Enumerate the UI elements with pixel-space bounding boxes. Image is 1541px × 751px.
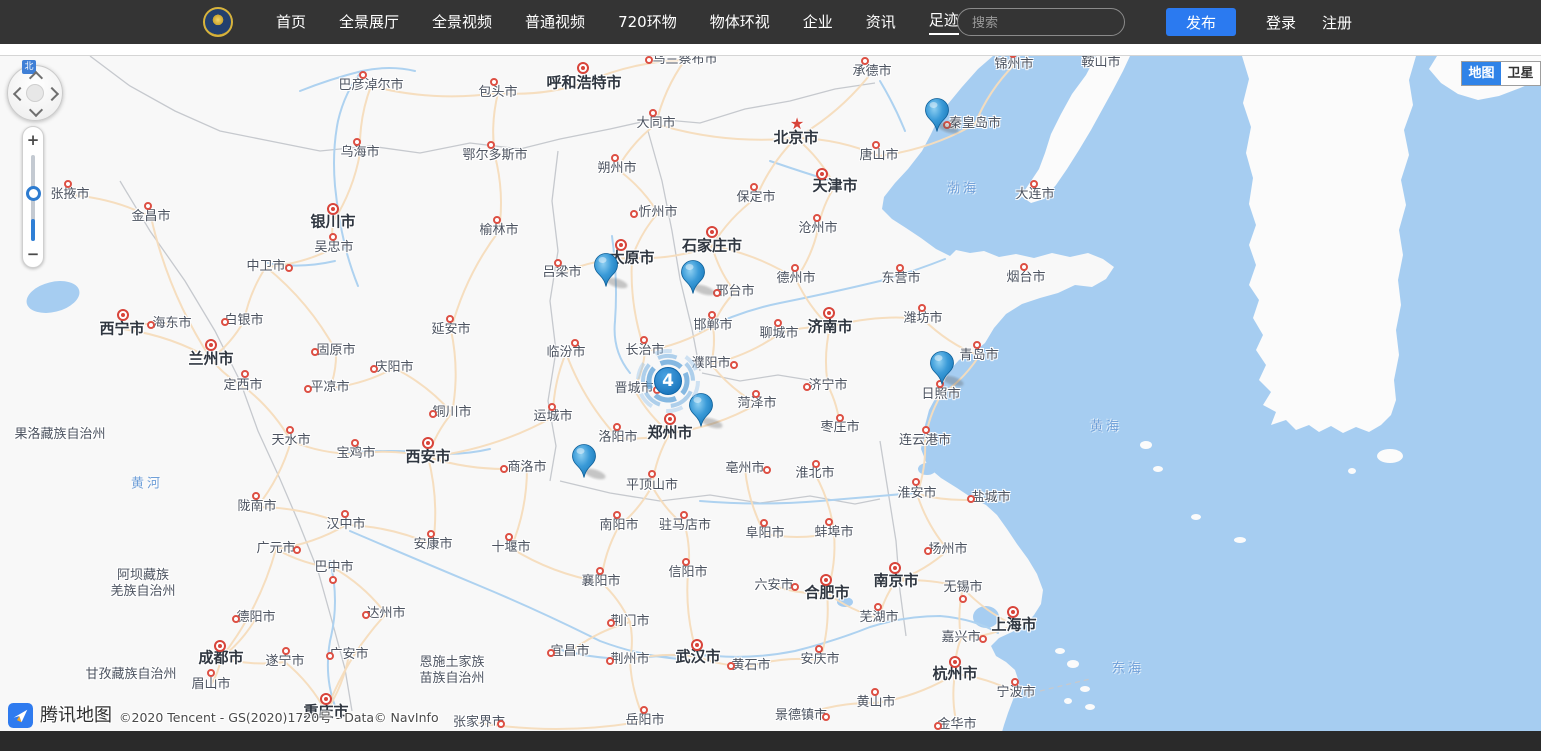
zoom-out-button[interactable]: − [23, 245, 43, 263]
map-pin[interactable] [923, 97, 967, 135]
nav-item-720环物[interactable]: 720环物 [618, 0, 677, 44]
pan-right-arrow-icon[interactable] [45, 87, 59, 101]
map-pin[interactable] [570, 443, 614, 481]
cluster-marker[interactable]: 4 [636, 349, 700, 413]
bottom-bar [0, 731, 1541, 751]
nav-item-普通视频[interactable]: 普通视频 [525, 0, 585, 44]
pins-layer: 4 [0, 55, 1541, 731]
pan-center-knob[interactable] [26, 84, 44, 102]
nav-item-资讯[interactable]: 资讯 [866, 0, 896, 44]
pan-left-arrow-icon[interactable] [13, 87, 27, 101]
nav-item-全景视频[interactable]: 全景视频 [432, 0, 492, 44]
register-link[interactable]: 注册 [1322, 12, 1352, 33]
pan-down-arrow-icon[interactable] [29, 103, 43, 117]
site-logo-icon[interactable] [203, 7, 233, 37]
map-type-toggle: 地图 卫星 [1461, 61, 1541, 86]
attribution-copyright: ©2020 Tencent - GS(2020)1720号 - Data© Na… [119, 708, 439, 728]
tencent-maps-logo-icon[interactable] [8, 703, 33, 728]
top-nav: 首页全景展厅全景视频普通视频 720环物物体环视企业资讯 足迹 发布 登录 注册 [0, 0, 1541, 44]
map-pin[interactable] [592, 252, 636, 290]
nav-menu: 首页全景展厅全景视频普通视频 720环物物体环视企业资讯 足迹 [276, 0, 959, 44]
attribution-brand[interactable]: 腾讯地图 [40, 703, 112, 728]
page: 首页全景展厅全景视频普通视频 720环物物体环视企业资讯 足迹 发布 登录 注册 [0, 0, 1541, 751]
pan-control[interactable]: 北 [7, 65, 63, 121]
map-pin[interactable] [928, 350, 972, 388]
nav-item-首页[interactable]: 首页 [276, 0, 306, 44]
map-canvas[interactable]: 呼和浩特市乌兰察布市包头市巴彦淖尔市承德市锦州市鞍山市大同市北京市★秦皇岛市唐山… [0, 55, 1541, 731]
publish-button[interactable]: 发布 [1166, 8, 1236, 36]
map-attribution: 腾讯地图 ©2020 Tencent - GS(2020)1720号 - Dat… [8, 703, 439, 728]
map-type-map-button[interactable]: 地图 [1462, 62, 1501, 85]
nav-item-物体环视[interactable]: 物体环视 [710, 0, 770, 44]
zoom-control: + − [22, 126, 44, 268]
map-pin[interactable] [679, 259, 723, 297]
zoom-slider-handle[interactable] [26, 186, 41, 201]
map-type-satellite-button[interactable]: 卫星 [1501, 62, 1540, 85]
nav-item-全景展厅[interactable]: 全景展厅 [339, 0, 399, 44]
zoom-in-button[interactable]: + [23, 131, 43, 149]
search-input[interactable] [957, 8, 1125, 36]
nav-item-企业[interactable]: 企业 [803, 0, 833, 44]
nav-item-足迹[interactable]: 足迹 [929, 9, 959, 35]
zoom-fill [31, 219, 35, 241]
login-link[interactable]: 登录 [1266, 12, 1296, 33]
